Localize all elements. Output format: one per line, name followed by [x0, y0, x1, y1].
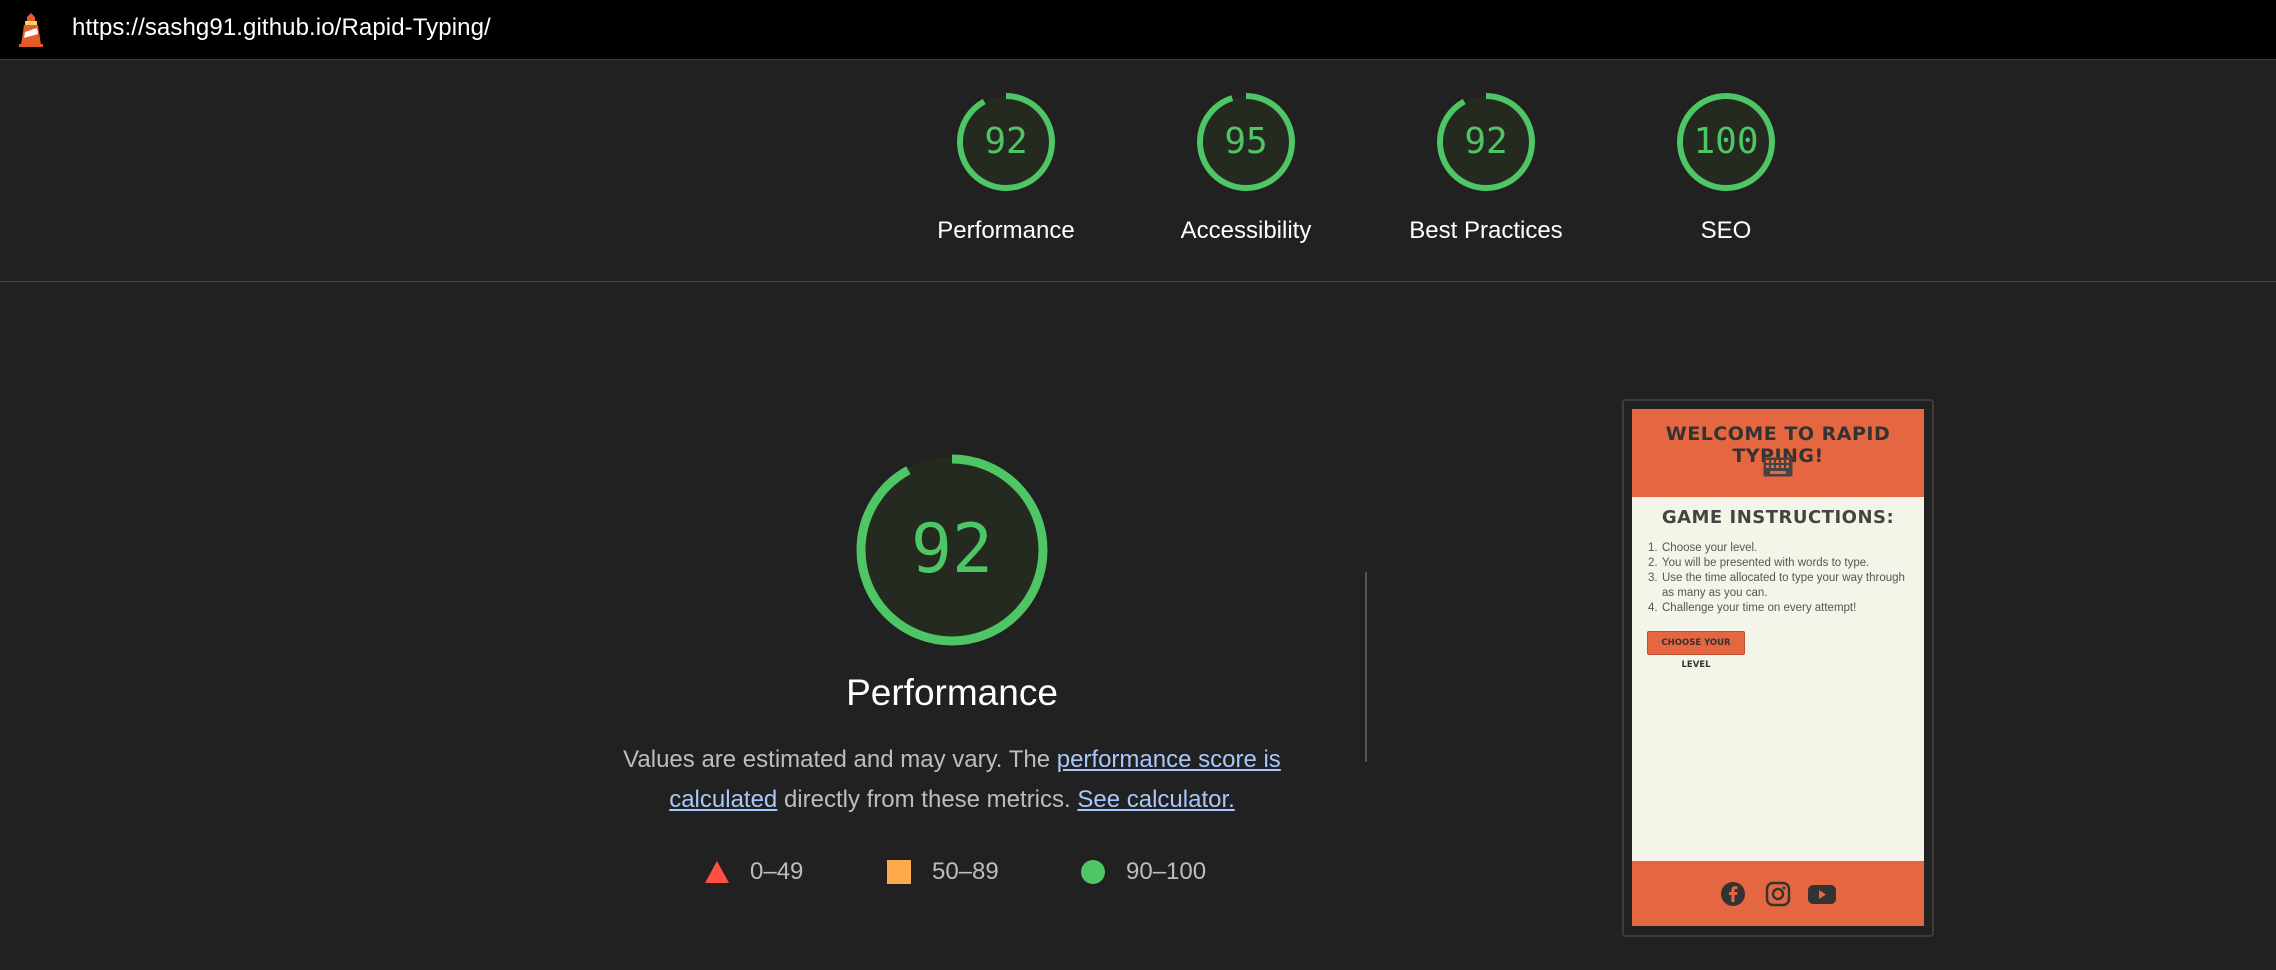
performance-title: Performance — [846, 672, 1058, 713]
browser-bar: https://sashg91.github.io/Rapid-Typing/ — [0, 0, 2276, 60]
category-summary: 92 Performance 95 Accessibility 92 Best … — [0, 61, 2276, 282]
legend-range: 0–49 — [750, 858, 804, 885]
square-icon — [887, 860, 911, 884]
gauge-label: Best Practices — [1409, 217, 1563, 244]
calculator-link[interactable]: See calculator. — [1077, 786, 1234, 813]
screenshot-header: WELCOME TO RAPID TYPING! — [1632, 409, 1924, 497]
gauge-seo[interactable]: 100 SEO — [1641, 91, 1811, 245]
gauge-score: 92 — [984, 121, 1028, 162]
instagram-icon — [1765, 881, 1791, 907]
legend-pass: 90–100 — [1080, 858, 1206, 886]
page-screenshot: WELCOME TO RAPID TYPING! GAME INSTRUCTIO… — [1632, 409, 1924, 926]
instructions-list: 1. Choose your level. 2. You will be prese… — [1648, 541, 1912, 616]
gauge-performance[interactable]: 92 Performance — [921, 91, 1091, 245]
list-item: 1. Choose your level. — [1648, 542, 1758, 554]
youtube-icon — [1808, 885, 1836, 904]
gauge-label: Performance — [937, 217, 1075, 244]
lighthouse-icon — [19, 13, 43, 47]
gauge-score: 95 — [1224, 121, 1268, 162]
legend-fail: 0–49 — [704, 858, 803, 886]
instructions-title: GAME INSTRUCTIONS: — [1661, 507, 1895, 528]
url-text[interactable]: https://sashg91.github.io/Rapid-Typing/ — [72, 14, 491, 42]
list-item: 3. Use the time allocated to type your wa… — [1648, 572, 1905, 599]
choose-level-button: CHOOSE YOUR LEVEL — [1647, 631, 1745, 670]
score-legend: 0–49 50–89 90–100 — [0, 858, 2276, 888]
gauge-label: Accessibility — [1180, 217, 1312, 244]
facebook-icon — [1721, 882, 1745, 906]
circle-icon — [1081, 860, 1105, 884]
legend-average: 50–89 — [886, 858, 999, 886]
list-item: 4. Challenge your time on every attempt! — [1648, 602, 1857, 614]
desc-prefix: Values are estimated and may vary. The — [623, 746, 1057, 773]
gauge-accessibility[interactable]: 95 Accessibility — [1161, 91, 1331, 245]
gauge-score: 100 — [1693, 121, 1759, 162]
performance-description: Values are estimated and may vary. The p… — [600, 740, 1304, 820]
performance-score: 92 — [911, 510, 993, 589]
list-item: 2. You will be presented with words to ty… — [1648, 557, 1870, 569]
keyboard-icon — [1763, 457, 1793, 477]
screenshot-footer — [1632, 861, 1924, 926]
gauge-score: 92 — [1464, 121, 1508, 162]
vertical-divider — [1365, 572, 1367, 762]
desc-mid: directly from these metrics. — [777, 786, 1078, 813]
legend-range: 50–89 — [932, 858, 999, 885]
legend-range: 90–100 — [1126, 858, 1207, 885]
triangle-icon — [705, 861, 729, 883]
gauge-label: SEO — [1700, 217, 1752, 244]
gauge-best-practices[interactable]: 92 Best Practices — [1401, 91, 1571, 245]
